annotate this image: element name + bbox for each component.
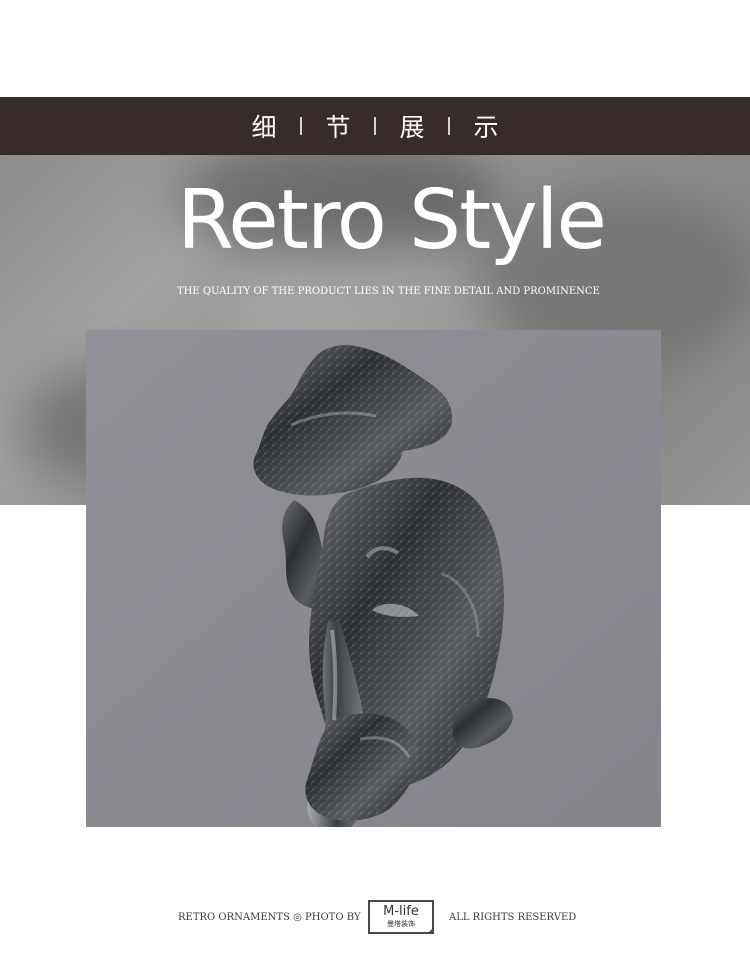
header-char-3: 展 [399,113,425,142]
hero-title: Retro Style [177,173,607,268]
detail-header-title: 细 节 展 示 [244,108,506,144]
header-separator-3 [448,117,450,135]
hero-subtitle: THE QUALITY OF THE PRODUCT LIES IN THE F… [177,286,600,297]
header-separator-1 [300,117,302,135]
header-separator-2 [374,117,376,135]
product-photo [86,330,661,827]
footer-right-text: ALL RIGHTS RESERVED [449,912,577,923]
header-char-1: 细 [251,113,277,142]
m-life-logo: M-life 曼塔装饰 [368,900,434,934]
footer-left-text: RETRO ORNAMENTS ◎ PHOTO BY [178,912,361,923]
sculpture-illustration [86,330,661,827]
logo-sub-text: 曼塔装饰 [387,920,415,928]
header-char-4: 示 [473,113,499,142]
logo-main-text: M-life [383,904,419,919]
footer-credit-line: RETRO ORNAMENTS ◎ PHOTO BY M-life 曼塔装饰 A… [0,898,750,942]
detail-header-bar: 细 节 展 示 [0,97,750,155]
header-char-2: 节 [325,113,351,142]
